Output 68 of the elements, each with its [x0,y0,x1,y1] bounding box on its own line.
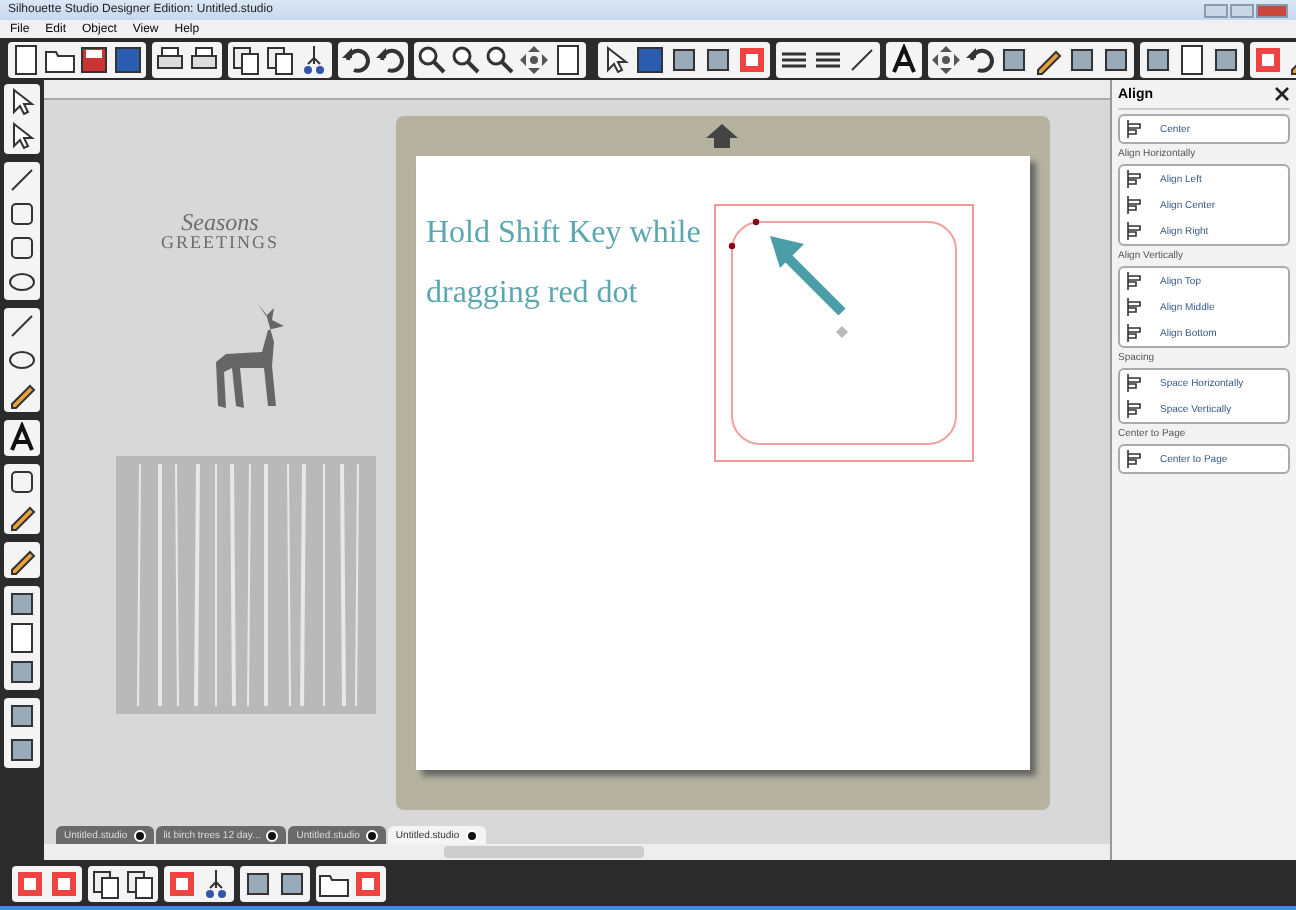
scissors-icon[interactable] [298,43,330,75]
close-dot-icon[interactable] [133,829,146,841]
align-icon [1126,324,1144,342]
square-icon[interactable] [1210,43,1242,75]
align-icon [1126,120,1144,138]
align-icon [1126,222,1144,240]
square-icon[interactable] [702,43,734,75]
scissors-icon[interactable] [200,867,232,899]
up-arrow-icon[interactable] [706,124,738,148]
greeting-text: GREETINGS [159,234,281,252]
align-icon [1126,196,1144,214]
undo-icon[interactable] [374,43,406,75]
instruction-text: dragging red dot [426,274,640,314]
square-icon[interactable] [668,43,700,75]
greeting-text: Seasons [179,210,261,234]
align-icon [1126,400,1144,418]
page-icon[interactable] [1176,43,1208,75]
rounded-square-icon[interactable] [6,466,38,498]
page-icon[interactable] [10,43,42,75]
page-icon[interactable] [552,43,584,75]
page-icon[interactable] [6,622,38,654]
square-icon[interactable] [998,43,1030,75]
line-icon[interactable] [6,310,38,342]
center-handle-icon[interactable] [836,326,848,338]
square-icon[interactable] [112,43,144,75]
instruction-text: Hold Shift Key while [426,214,701,254]
move-icon[interactable] [518,43,550,75]
align-icon [1126,298,1144,316]
align-icon [1126,450,1144,468]
square-icon[interactable] [242,867,274,899]
square-icon[interactable] [6,656,38,688]
close-icon[interactable] [1274,86,1290,102]
handle-dot[interactable] [752,218,760,226]
line-icon[interactable] [6,164,38,196]
close-dot-icon[interactable] [266,829,279,841]
align-icon [1126,374,1144,392]
printer-icon[interactable] [154,43,186,75]
rounded-square-icon[interactable] [6,198,38,230]
square-icon[interactable] [634,43,666,75]
square-icon[interactable] [1100,43,1132,75]
magnifier-icon[interactable] [450,43,482,75]
magnifier-icon[interactable] [484,43,516,75]
square-icon[interactable] [6,588,38,620]
square-icon[interactable] [6,700,38,732]
line-icon[interactable] [846,43,878,75]
close-button[interactable] [1256,3,1288,17]
handle-dot[interactable] [728,242,736,250]
square-icon[interactable] [1142,43,1174,75]
undo-icon[interactable] [964,43,996,75]
undo-icon[interactable] [340,43,372,75]
square-icon[interactable] [1066,43,1098,75]
printer-icon[interactable] [188,43,220,75]
copy-icon[interactable] [264,43,296,75]
move-icon[interactable] [930,43,962,75]
close-dot-icon[interactable] [465,829,478,841]
magnifier-icon[interactable] [416,43,448,75]
copy-icon[interactable] [90,867,122,899]
align-icon [1126,272,1144,290]
rounded-square-icon[interactable] [6,232,38,264]
copy-icon[interactable] [230,43,262,75]
square-icon[interactable] [6,734,38,766]
square-icon[interactable] [276,867,308,899]
disk-icon[interactable] [78,43,110,75]
close-dot-icon[interactable] [365,829,378,841]
copy-icon[interactable] [124,867,156,899]
scrollbar-thumb[interactable] [444,846,644,858]
pointer-arrow [770,236,846,316]
align-icon [1126,170,1144,188]
